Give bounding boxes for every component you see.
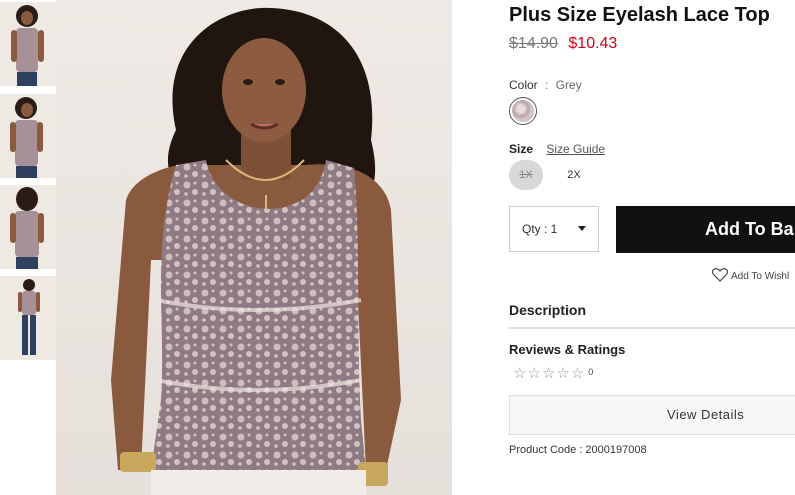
wishlist-label: Add To Wishl [731,271,790,282]
color-selector-label: Color : Grey [509,78,582,92]
size-label: Size [509,142,534,156]
quantity-label: Qty : 1 [522,222,558,236]
review-count: 0 [588,367,594,377]
thumbnail-front[interactable] [0,2,56,86]
view-details-button[interactable]: View Details [509,395,795,435]
main-product-image[interactable] [56,0,452,495]
price-block: $14.90 $10.43 [509,35,617,53]
quantity-select[interactable]: Qty : 1 [509,206,599,252]
add-to-bag-button[interactable]: Add To Ba [616,206,795,253]
star-rating: ☆☆☆☆☆ 0 [513,364,593,382]
thumbnail-full-body[interactable] [0,276,56,360]
color-swatch-grey[interactable] [509,97,537,125]
color-value: Grey [555,78,582,92]
add-to-wishlist-link[interactable]: Add To Wishl [711,268,790,282]
divider [509,327,795,329]
size-guide-link[interactable]: Size Guide [546,142,605,156]
reviews-heading[interactable]: Reviews & Ratings [509,342,625,357]
color-separator: : [545,78,549,92]
product-code: Product Code : 2000197008 [509,444,647,456]
size-option-2x[interactable]: 2X [557,160,591,190]
chevron-down-icon [578,226,586,231]
thumbnail-angle[interactable] [0,94,56,178]
original-price: $14.90 [509,35,558,52]
sale-price: $10.43 [568,35,618,52]
heart-icon [711,268,729,282]
description-tab[interactable]: Description [509,302,586,318]
star-icons: ☆☆☆☆☆ [513,365,586,382]
thumbnail-back[interactable] [0,185,56,269]
size-option-1x[interactable]: 1X [509,160,543,190]
size-header: Size Size Guide [509,142,605,156]
product-title: Plus Size Eyelash Lace Top [509,4,770,26]
color-label: Color [509,78,538,92]
